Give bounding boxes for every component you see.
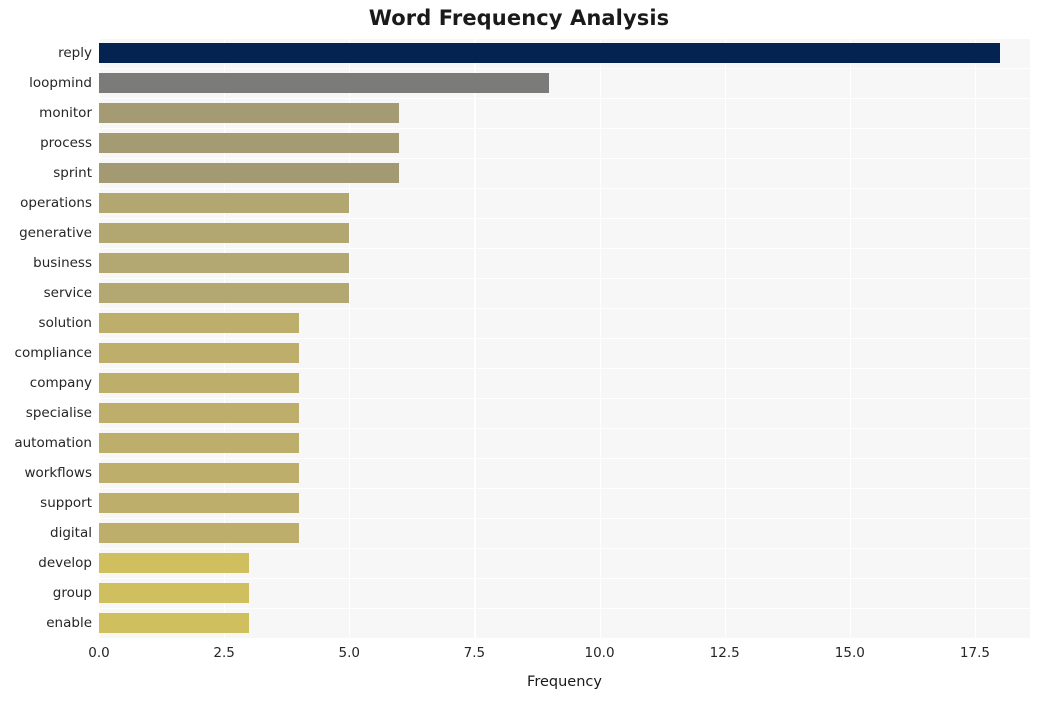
bar-row bbox=[99, 523, 1030, 543]
gridline-horizontal-6 bbox=[99, 218, 1030, 220]
gridline-horizontal-12 bbox=[99, 398, 1030, 400]
gridline-horizontal-5 bbox=[99, 188, 1030, 190]
gridline-horizontal-8 bbox=[99, 278, 1030, 280]
y-tick-label-digital: digital bbox=[50, 525, 92, 541]
bar-row bbox=[99, 283, 1030, 303]
bar-monitor bbox=[99, 103, 400, 123]
y-tick-label-solution: solution bbox=[38, 315, 92, 331]
gridline-horizontal-7 bbox=[99, 248, 1030, 250]
bar-operations bbox=[99, 193, 350, 213]
y-tick-label-business: business bbox=[33, 255, 92, 271]
y-axis-tick-labels: reply loopmind monitor process sprint operati… bbox=[0, 38, 92, 638]
bar-row bbox=[99, 433, 1030, 453]
gridline-horizontal-19 bbox=[99, 608, 1030, 610]
plot-area bbox=[99, 38, 1030, 638]
y-tick-label-group: group bbox=[52, 585, 92, 601]
gridline-horizontal-1 bbox=[99, 68, 1030, 70]
y-tick-label-workflows: workflows bbox=[24, 465, 92, 481]
bar-loopmind bbox=[99, 73, 550, 93]
y-tick-label-loopmind: loopmind bbox=[29, 75, 92, 91]
bar-row bbox=[99, 583, 1030, 603]
gridline-horizontal-13 bbox=[99, 428, 1030, 430]
bar-row bbox=[99, 193, 1030, 213]
bar-digital bbox=[99, 523, 300, 543]
bar-compliance bbox=[99, 343, 300, 363]
x-tick-label-15.0: 15.0 bbox=[834, 645, 865, 661]
bar-row bbox=[99, 613, 1030, 633]
y-tick-label-support: support bbox=[40, 495, 92, 511]
bar-process bbox=[99, 133, 400, 153]
x-tick-label-7.5: 7.5 bbox=[463, 645, 486, 661]
word-frequency-chart-figure: Word Frequency Analysis reply loopmind mon… bbox=[0, 0, 1038, 701]
bar-row bbox=[99, 223, 1030, 243]
y-tick-label-generative: generative bbox=[19, 225, 92, 241]
gridline-horizontal-10 bbox=[99, 338, 1030, 340]
bar-row bbox=[99, 163, 1030, 183]
bar-row bbox=[99, 553, 1030, 573]
y-tick-label-company: company bbox=[29, 375, 92, 391]
bar-workflows bbox=[99, 463, 300, 483]
bar-company bbox=[99, 373, 300, 393]
y-tick-label-compliance: compliance bbox=[14, 345, 92, 361]
gridline-horizontal-2 bbox=[99, 98, 1030, 100]
x-tick-label-5.0: 5.0 bbox=[338, 645, 361, 661]
y-tick-label-reply: reply bbox=[58, 45, 92, 61]
bar-row bbox=[99, 133, 1030, 153]
gridline-horizontal-3 bbox=[99, 128, 1030, 130]
gridline-horizontal-0 bbox=[99, 38, 1030, 40]
bar-row bbox=[99, 103, 1030, 123]
x-tick-label-10.0: 10.0 bbox=[584, 645, 615, 661]
x-tick-label-12.5: 12.5 bbox=[709, 645, 740, 661]
gridline-horizontal-17 bbox=[99, 548, 1030, 550]
bar-develop bbox=[99, 553, 250, 573]
bar-enable bbox=[99, 613, 250, 633]
bar-business bbox=[99, 253, 350, 273]
chart-title: Word Frequency Analysis bbox=[368, 6, 670, 30]
bar-generative bbox=[99, 223, 350, 243]
bar-row bbox=[99, 253, 1030, 273]
bar-row bbox=[99, 403, 1030, 423]
x-tick-label-0.0: 0.0 bbox=[88, 645, 110, 661]
y-tick-label-sprint: sprint bbox=[53, 165, 92, 181]
y-tick-label-process: process bbox=[40, 135, 92, 151]
y-tick-label-enable: enable bbox=[46, 615, 92, 631]
x-axis-tick-labels: 0.0 2.5 5.0 7.5 10.0 12.5 15.0 17.5 bbox=[88, 645, 1030, 667]
gridline-horizontal-18 bbox=[99, 578, 1030, 580]
x-axis-title: Frequency bbox=[527, 674, 602, 690]
bar-row bbox=[99, 463, 1030, 483]
bar-row bbox=[99, 493, 1030, 513]
bar-solution bbox=[99, 313, 300, 333]
gridline-horizontal-16 bbox=[99, 518, 1030, 520]
gridline-horizontal-9 bbox=[99, 308, 1030, 310]
x-tick-label-2.5: 2.5 bbox=[213, 645, 235, 661]
y-tick-label-monitor: monitor bbox=[39, 105, 92, 121]
bar-support bbox=[99, 493, 300, 513]
bar-reply bbox=[99, 43, 1000, 63]
bar-row bbox=[99, 373, 1030, 393]
bar-group bbox=[99, 583, 250, 603]
bar-sprint bbox=[99, 163, 400, 183]
bar-automation bbox=[99, 433, 300, 453]
bar-row bbox=[99, 43, 1030, 63]
x-tick-label-17.5: 17.5 bbox=[959, 645, 990, 661]
gridline-horizontal-15 bbox=[99, 488, 1030, 490]
bar-row bbox=[99, 313, 1030, 333]
y-tick-label-service: service bbox=[43, 285, 92, 301]
bar-row bbox=[99, 343, 1030, 363]
gridline-horizontal-11 bbox=[99, 368, 1030, 370]
y-tick-label-develop: develop bbox=[38, 555, 92, 571]
bar-row bbox=[99, 73, 1030, 93]
gridline-horizontal-14 bbox=[99, 458, 1030, 460]
gridline-horizontal-4 bbox=[99, 158, 1030, 160]
bar-service bbox=[99, 283, 350, 303]
y-tick-label-operations: operations bbox=[20, 195, 92, 211]
y-tick-label-automation: automation bbox=[14, 435, 92, 451]
bar-specialise bbox=[99, 403, 300, 423]
y-tick-label-specialise: specialise bbox=[25, 405, 92, 421]
